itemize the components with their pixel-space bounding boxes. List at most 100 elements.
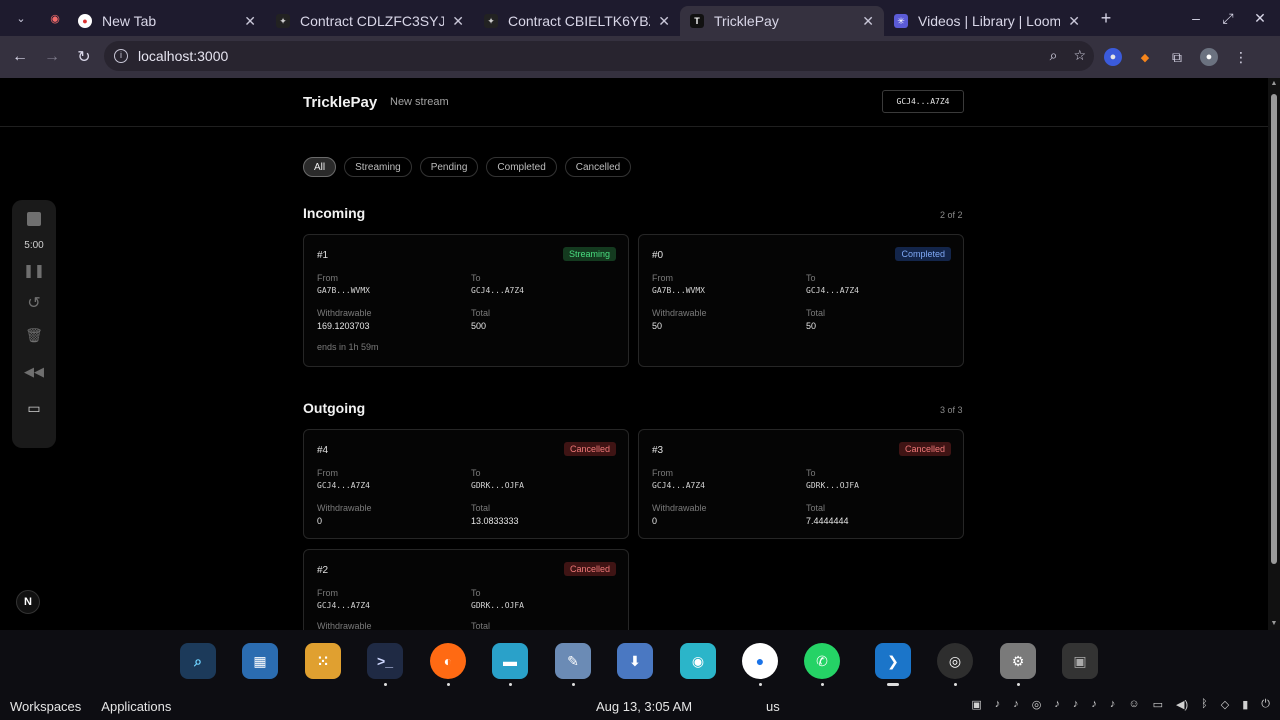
brand-logo[interactable]: TricklePay	[303, 94, 377, 111]
display-icon[interactable]: ▭	[1153, 698, 1163, 711]
close-tab-icon[interactable]: ✕	[658, 13, 670, 30]
toggle-app-icon[interactable]: ◉	[680, 643, 716, 679]
from-address: GCJ4...A7Z4	[317, 601, 370, 610]
software-installer-icon[interactable]: ⬇	[617, 643, 653, 679]
search-app-icon[interactable]: ⌕	[180, 643, 216, 679]
whatsapp-icon[interactable]: ✆	[804, 643, 840, 679]
to-label: To	[471, 468, 481, 478]
to-address: GDRK...OJFA	[806, 481, 859, 490]
withdrawable-value: 50	[652, 321, 663, 331]
keyboard-layout[interactable]: us	[766, 699, 780, 714]
filter-completed[interactable]: Completed	[486, 157, 557, 177]
battery-icon[interactable]: ▮	[1242, 698, 1248, 711]
accessibility-icon[interactable]: ☺	[1128, 698, 1139, 711]
filter-pending[interactable]: Pending	[419, 157, 479, 177]
from-label: From	[317, 468, 338, 478]
scroll-down-arrow[interactable]: ▼	[1270, 620, 1278, 628]
bookmark-star-icon[interactable]: ☆	[1073, 47, 1086, 64]
wifi-icon[interactable]: ◇	[1221, 698, 1229, 711]
files-icon[interactable]: ▬	[492, 643, 528, 679]
tab-contract-1[interactable]: ✦ Contract CDLZFC3SYJYD ✕	[266, 6, 474, 36]
workspaces-menu[interactable]: Workspaces	[10, 699, 81, 714]
text-editor-icon[interactable]: ✎	[555, 643, 591, 679]
mic-icon[interactable]: ♪	[1110, 698, 1116, 711]
maximize-icon[interactable]: ⤢	[1212, 10, 1244, 27]
obs-icon[interactable]: ◎	[937, 643, 973, 679]
reload-icon[interactable]: ↻	[68, 47, 100, 67]
settings-gear-icon[interactable]: ⚙	[1000, 643, 1036, 679]
camera-icon[interactable]: ▭	[27, 400, 40, 417]
scroll-thumb[interactable]	[1271, 94, 1277, 564]
scroll-up-arrow[interactable]: ▲	[1270, 80, 1278, 88]
close-window-icon[interactable]: ✕	[1244, 10, 1276, 27]
applications-menu[interactable]: Applications	[101, 699, 171, 714]
mic-icon[interactable]: ♪	[1073, 698, 1079, 711]
mic-icon[interactable]: ♪	[1054, 698, 1060, 711]
nextjs-dev-badge[interactable]: N	[16, 590, 40, 614]
back-icon[interactable]: ←	[4, 48, 36, 66]
metamask-icon[interactable]: ◆	[1136, 48, 1154, 66]
filter-all[interactable]: All	[303, 157, 337, 177]
apps-grid-icon[interactable]: ⁙	[305, 643, 341, 679]
withdrawable-label: Withdrawable	[317, 503, 372, 513]
filter-streaming[interactable]: Streaming	[344, 157, 412, 177]
site-info-icon[interactable]: i	[114, 49, 128, 63]
mic-icon[interactable]: ♪	[995, 698, 1001, 711]
dock: ⌕ ▦ ⁙ >_ ◐ ▬ ✎ ⬇ ◉ ● ✆ ❯ ◎ ⚙ ▣	[0, 630, 1280, 692]
filter-cancelled[interactable]: Cancelled	[564, 157, 632, 177]
from-address: GA7B...WVMX	[317, 286, 370, 295]
address-bar[interactable]: i localhost:3000 ⌕ ☆	[104, 41, 1094, 71]
close-tab-icon[interactable]: ✕	[1068, 13, 1080, 30]
tab-loom[interactable]: ✳ Videos | Library | Loom ✕	[884, 6, 1090, 36]
terminal-icon[interactable]: >_	[367, 643, 403, 679]
close-tab-icon[interactable]: ✕	[862, 13, 874, 30]
bluetooth-icon[interactable]: ᛒ	[1201, 698, 1208, 711]
extension-icon[interactable]: ●	[1104, 48, 1122, 66]
to-address: GCJ4...A7Z4	[471, 286, 524, 295]
stream-card[interactable]: #0 Completed From GA7B...WVMX To GCJ4...…	[638, 234, 964, 367]
new-tab-button[interactable]: +	[1090, 8, 1122, 29]
stream-card[interactable]: #4 Cancelled From GCJ4...A7Z4 To GDRK...…	[303, 429, 629, 539]
wallet-address-button[interactable]: GCJ4...A7Z4	[882, 90, 964, 113]
profile-avatar[interactable]: ●	[1200, 48, 1218, 66]
tab-contract-2[interactable]: ✦ Contract CBIELTK6YBZJ ✕	[474, 6, 680, 36]
to-address: GCJ4...A7Z4	[806, 286, 859, 295]
stream-card[interactable]: #1 Streaming From GA7B...WVMX To GCJ4...…	[303, 234, 629, 367]
stream-card[interactable]: #3 Cancelled From GCJ4...A7Z4 To GDRK...…	[638, 429, 964, 539]
stop-recording-icon[interactable]	[27, 212, 41, 226]
delete-trash-icon[interactable]: 🗑	[25, 327, 43, 344]
stream-card[interactable]: #2 Cancelled From GCJ4...A7Z4 To GDRK...…	[303, 549, 629, 630]
chrome-dock-icon[interactable]: ●	[742, 643, 778, 679]
workspace-app-icon[interactable]: ▦	[242, 643, 278, 679]
running-indicator	[821, 683, 824, 686]
status-badge: Cancelled	[563, 562, 616, 576]
firefox-icon[interactable]: ◐	[430, 643, 466, 679]
tab-new-tab[interactable]: ● New Tab ✕	[68, 6, 266, 36]
zoom-search-icon[interactable]: ⌕	[1050, 47, 1058, 64]
close-tab-icon[interactable]: ✕	[452, 13, 464, 30]
restart-icon[interactable]: ↺	[27, 293, 40, 313]
pause-icon[interactable]: ❚❚	[23, 263, 45, 279]
tab-search-dropdown-icon[interactable]: ⌄	[8, 5, 34, 31]
vscode-icon[interactable]: ❯	[875, 643, 911, 679]
new-stream-link[interactable]: New stream	[390, 96, 449, 108]
chrome-tray-icon[interactable]: ◎	[1032, 698, 1042, 711]
screen-record-icon[interactable]: ▣	[971, 698, 981, 711]
page-scrollbar[interactable]: ▲ ▼	[1268, 78, 1280, 630]
loom-icon: ✳	[894, 14, 908, 28]
rewind-icon[interactable]: ◀◀	[24, 364, 44, 380]
to-label: To	[471, 273, 481, 283]
forward-icon[interactable]: →	[36, 48, 68, 66]
close-tab-icon[interactable]: ✕	[244, 13, 256, 30]
recording-indicator-icon[interactable]: ◉	[42, 5, 68, 31]
volume-icon[interactable]: ◀)	[1176, 698, 1188, 711]
puzzle-extensions-icon[interactable]: ⧉	[1168, 48, 1186, 66]
clock[interactable]: Aug 13, 3:05 AM	[596, 699, 692, 714]
power-icon[interactable]: ⏻	[1261, 698, 1270, 711]
mic-icon[interactable]: ♪	[1091, 698, 1097, 711]
minimize-icon[interactable]: –	[1180, 10, 1212, 26]
menu-kebab-icon[interactable]: ⋮	[1232, 48, 1250, 66]
screenshot-app-icon[interactable]: ▣	[1062, 643, 1098, 679]
tab-tricklepay[interactable]: T TricklePay ✕	[680, 6, 884, 36]
mic-icon[interactable]: ♪	[1013, 698, 1019, 711]
